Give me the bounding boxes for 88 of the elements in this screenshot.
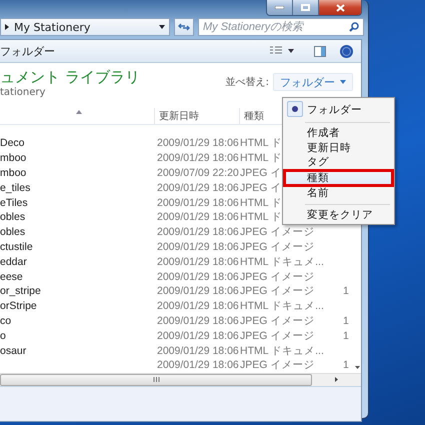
type-cell: HTML ド xyxy=(240,196,282,209)
type-cell: JPEG イ xyxy=(240,166,282,179)
date-cell: 2009/01/29 18:06 xyxy=(157,256,239,268)
date-cell: 2009/01/29 18:06 xyxy=(157,330,239,342)
search-icon xyxy=(349,22,359,32)
maximize-button[interactable] xyxy=(292,0,318,15)
file-name: ctustile xyxy=(0,240,33,253)
date-cell: 2009/01/29 18:06 xyxy=(157,270,239,283)
scrollbar-thumb[interactable] xyxy=(0,374,312,386)
menu-item[interactable]: 作成者 xyxy=(285,126,392,140)
file-name: o xyxy=(0,330,6,342)
file-name: co xyxy=(0,314,12,327)
file-name: osaur xyxy=(0,344,26,357)
type-cell: JPEG イメージ xyxy=(240,270,314,283)
date-cell: 2009/01/29 18:06 xyxy=(157,226,239,238)
minimize-icon xyxy=(275,6,284,9)
caret-icon xyxy=(340,80,346,84)
type-cell: JPEG イ xyxy=(240,182,282,194)
column-4-cell: 1 xyxy=(343,330,349,342)
grip-icon xyxy=(152,377,160,382)
menu-item[interactable]: フォルダー xyxy=(285,100,392,119)
date-cell: 2009/01/29 18:06 xyxy=(157,196,239,209)
caret-icon[interactable] xyxy=(288,49,294,53)
view-icon[interactable] xyxy=(270,46,282,56)
column-4-cell: 1 xyxy=(343,285,349,298)
date-cell: 2009/01/29 18:06 xyxy=(157,344,239,357)
search-field[interactable]: My Stationeryの検索 xyxy=(198,18,364,36)
library-subtitle: tationery xyxy=(0,87,46,98)
date-cell: 2009/01/29 18:06 xyxy=(157,285,239,298)
dropdown-icon[interactable] xyxy=(159,25,165,29)
type-cell: HTML ド xyxy=(240,211,282,224)
type-cell: HTML ドキュメ... xyxy=(240,300,324,312)
type-cell: JPEG イメージ xyxy=(240,359,314,372)
type-cell: JPEG イメージ xyxy=(240,314,314,327)
type-cell: HTML ド xyxy=(240,137,282,150)
sort-label: 並べ替え: xyxy=(226,76,269,89)
address-bar[interactable]: My Stationery xyxy=(0,18,170,36)
file-name: eTiles xyxy=(0,196,28,209)
new-folder-button[interactable]: フォルダー xyxy=(0,44,55,58)
file-name: e_tiles xyxy=(0,182,30,194)
type-cell: JPEG イメージ xyxy=(240,330,314,342)
date-cell: 2009/01/29 18:06 xyxy=(157,182,239,194)
arrows-icon xyxy=(178,22,190,32)
refresh-button[interactable] xyxy=(174,18,194,36)
date-cell: 2009/01/29 18:06 xyxy=(157,300,239,312)
file-name: mboo xyxy=(0,152,26,164)
column-4-cell: 1 xyxy=(343,314,349,327)
date-cell: 2009/01/29 18:06 xyxy=(157,137,239,150)
scroll-down-icon[interactable] xyxy=(354,366,360,369)
file-name: orStripe xyxy=(0,300,37,312)
date-cell: 2009/01/29 18:06 xyxy=(157,152,239,164)
close-button[interactable] xyxy=(318,0,361,15)
library-title: ュメント ライブラリ xyxy=(0,68,140,87)
sort-dropdown[interactable]: フォルダー xyxy=(273,73,353,91)
date-cell: 2009/07/09 22:20 xyxy=(157,166,239,179)
date-cell: 2009/01/29 18:06 xyxy=(157,314,239,327)
radio-icon xyxy=(287,101,303,117)
maximize-icon xyxy=(301,4,310,11)
type-cell: HTML ドキュメ... xyxy=(240,344,324,357)
file-name: mboo xyxy=(0,166,26,179)
type-cell: JPEG イメージ xyxy=(240,285,314,298)
date-cell: 2009/01/29 18:06 xyxy=(157,211,239,224)
file-name: eese xyxy=(0,270,23,283)
type-cell: HTML ド xyxy=(240,152,282,164)
preview-pane-icon[interactable] xyxy=(314,46,326,56)
scroll-right-icon[interactable] xyxy=(335,377,338,382)
type-cell: JPEG イメージ xyxy=(240,240,314,253)
file-name: eddar xyxy=(0,256,27,268)
close-icon xyxy=(336,4,344,12)
menu-item[interactable]: 変更をクリア xyxy=(285,208,392,222)
help-icon[interactable] xyxy=(340,44,353,58)
menu-item[interactable]: タグ xyxy=(285,155,392,170)
type-cell: HTML ドキュメ... xyxy=(240,256,324,268)
date-cell: 2009/01/29 18:06 xyxy=(157,359,239,372)
type-cell: JPEG イメージ xyxy=(240,226,314,238)
file-name: Deco xyxy=(0,137,25,150)
file-name: obles xyxy=(0,226,26,238)
file-name: or_stripe xyxy=(0,285,41,298)
column-4-cell: 1 xyxy=(343,359,349,372)
chevron-icon xyxy=(5,24,9,30)
menu-item[interactable]: 種類 xyxy=(285,170,392,185)
minimize-button[interactable] xyxy=(267,0,292,15)
menu-item[interactable]: 名前 xyxy=(285,186,392,200)
menu-item[interactable]: 更新日時 xyxy=(285,140,392,155)
date-cell: 2009/01/29 18:06 xyxy=(157,240,239,253)
sort-caret-icon xyxy=(76,110,82,114)
column-header[interactable]: 更新日時 xyxy=(155,108,240,124)
file-name: obles xyxy=(0,211,26,224)
